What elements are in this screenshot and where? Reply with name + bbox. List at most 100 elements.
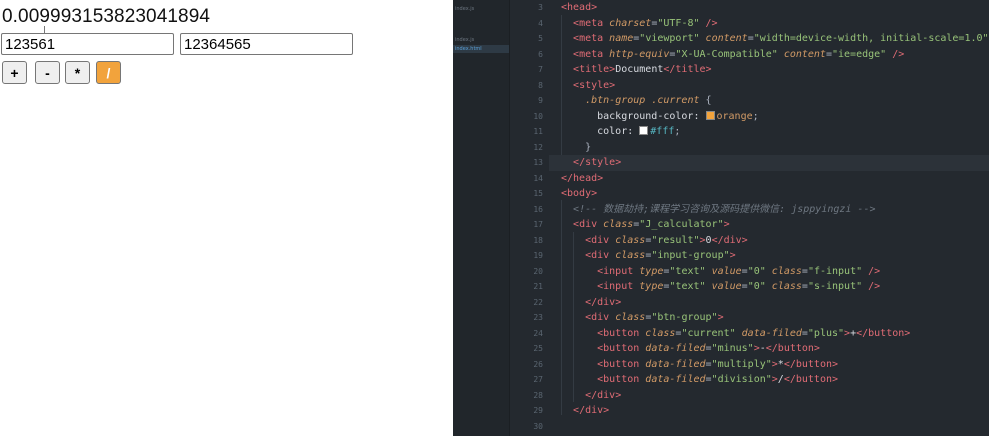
line-number: 3 <box>538 3 543 12</box>
color-swatch-icon <box>639 126 649 135</box>
code-token: class <box>615 234 646 246</box>
file-tree-item[interactable]: index.js <box>453 36 509 44</box>
code-token: <style> <box>573 79 616 91</box>
line-number: 28 <box>533 390 543 400</box>
line-number: 13 <box>533 158 543 167</box>
file-tree-item[interactable]: index.html <box>453 45 509 53</box>
code-token: class <box>645 327 676 339</box>
line-number: 8 <box>538 80 543 90</box>
code-line: <button class="current" data-filed="plus… <box>549 326 989 342</box>
code-token: <div <box>585 250 616 261</box>
code-token: <input <box>597 281 640 292</box>
code-area[interactable]: <head> <meta charset="UTF-8" /> <meta na… <box>549 0 989 436</box>
second-number-input[interactable] <box>180 33 353 55</box>
code-token: background-color: <box>597 110 706 122</box>
code-line: <div class="J_calculator"> <box>549 217 989 233</box>
code-token: #fff <box>650 126 675 137</box>
color-swatch-icon <box>705 110 715 120</box>
code-token: "J_calculator" <box>639 219 724 230</box>
line-number-gutter: 3 4 5 6 7 8 9 10 11 12 13 14 15 16 17 18 19 20 21 22 23 24 25 2… <box>509 0 549 436</box>
line-number: 5 <box>538 34 543 43</box>
code-token: </div> <box>573 405 610 416</box>
first-number-input[interactable] <box>1 33 174 55</box>
code-token: <!-- 数据劫持;课程学习咨询及源码提供微信: jsppyingzi --> <box>573 203 876 215</box>
code-line: <div class="btn-group"> <box>549 310 989 326</box>
code-token: /> <box>699 17 718 29</box>
line-number: 20 <box>533 266 543 276</box>
calculator-result: 0.009993153823041894 <box>2 6 211 27</box>
browser-preview: 0.009993153823041894 + - * / <box>0 0 453 436</box>
line-number: 21 <box>533 282 543 291</box>
code-token: content <box>705 33 748 44</box>
code-token: </button> <box>765 343 820 354</box>
code-token: } <box>561 141 592 153</box>
code-line: </style> <box>549 155 989 171</box>
code-token: data-filed <box>645 358 706 370</box>
line-number: 10 <box>533 111 543 121</box>
code-token: type <box>639 265 664 277</box>
line-number: 18 <box>533 235 543 245</box>
code-token: "text" <box>669 281 706 292</box>
line-number: 9 <box>538 96 543 105</box>
code-token: data-filed <box>741 327 802 339</box>
code-token: </button> <box>783 374 839 385</box>
code-token: "f-input" <box>807 265 863 277</box>
code-token: Document <box>615 64 664 75</box>
code-token: value <box>711 265 742 277</box>
code-token: /> <box>862 281 881 292</box>
minus-button[interactable]: - <box>35 61 60 84</box>
code-token: /> <box>886 48 905 60</box>
line-number: 24 <box>533 328 543 338</box>
line-number: 27 <box>533 375 543 384</box>
code-token: <div <box>585 312 616 323</box>
code-token: <title> <box>573 64 616 75</box>
code-token: content <box>783 48 826 60</box>
line-number: 23 <box>533 313 543 322</box>
plus-button[interactable]: + <box>2 61 27 84</box>
code-line: </div> <box>549 403 989 419</box>
code-token: "text" <box>669 265 706 277</box>
file-tree-item[interactable]: index.js <box>453 5 509 13</box>
line-number: 30 <box>533 421 543 431</box>
division-button[interactable]: / <box>96 61 121 84</box>
code-token: <head> <box>561 2 598 13</box>
code-line: <meta http-equiv="X-UA-Compatible" conte… <box>549 47 989 63</box>
code-token: <meta <box>573 48 610 60</box>
code-token: <input <box>597 265 640 277</box>
code-token: /> <box>862 265 881 277</box>
code-token: </button> <box>783 358 839 370</box>
code-token: charset <box>609 17 652 29</box>
code-token: </div> <box>585 389 622 401</box>
code-token: <button <box>597 327 646 339</box>
code-token: "0" <box>747 265 766 277</box>
line-number: 22 <box>533 297 543 307</box>
code-line: <div class="result">0</div> <box>549 233 989 249</box>
code-token: class <box>615 250 646 261</box>
code-line: <div class="input-group"> <box>549 248 989 264</box>
code-token: </div> <box>711 234 748 246</box>
code-editor: index.js index.js index.html 3 4 5 6 7 8 9 10 11 12… <box>453 0 989 436</box>
line-number: 4 <box>538 18 543 28</box>
code-line: <meta charset="UTF-8" /> <box>549 16 989 32</box>
line-number: 14 <box>533 173 543 183</box>
code-token: > <box>729 250 736 261</box>
line-number: 16 <box>533 204 543 214</box>
file-tree-sidebar: index.js index.js index.html <box>453 0 510 436</box>
code-line: <button data-filed="division">/</button> <box>549 372 989 388</box>
code-token: <div <box>585 234 616 246</box>
code-token: <button <box>597 343 646 354</box>
code-line: .btn-group .current { <box>549 93 989 109</box>
multiply-button[interactable]: * <box>65 61 90 84</box>
code-token: ; <box>752 110 759 122</box>
line-number: 6 <box>538 49 543 59</box>
code-token: <meta <box>573 33 610 44</box>
